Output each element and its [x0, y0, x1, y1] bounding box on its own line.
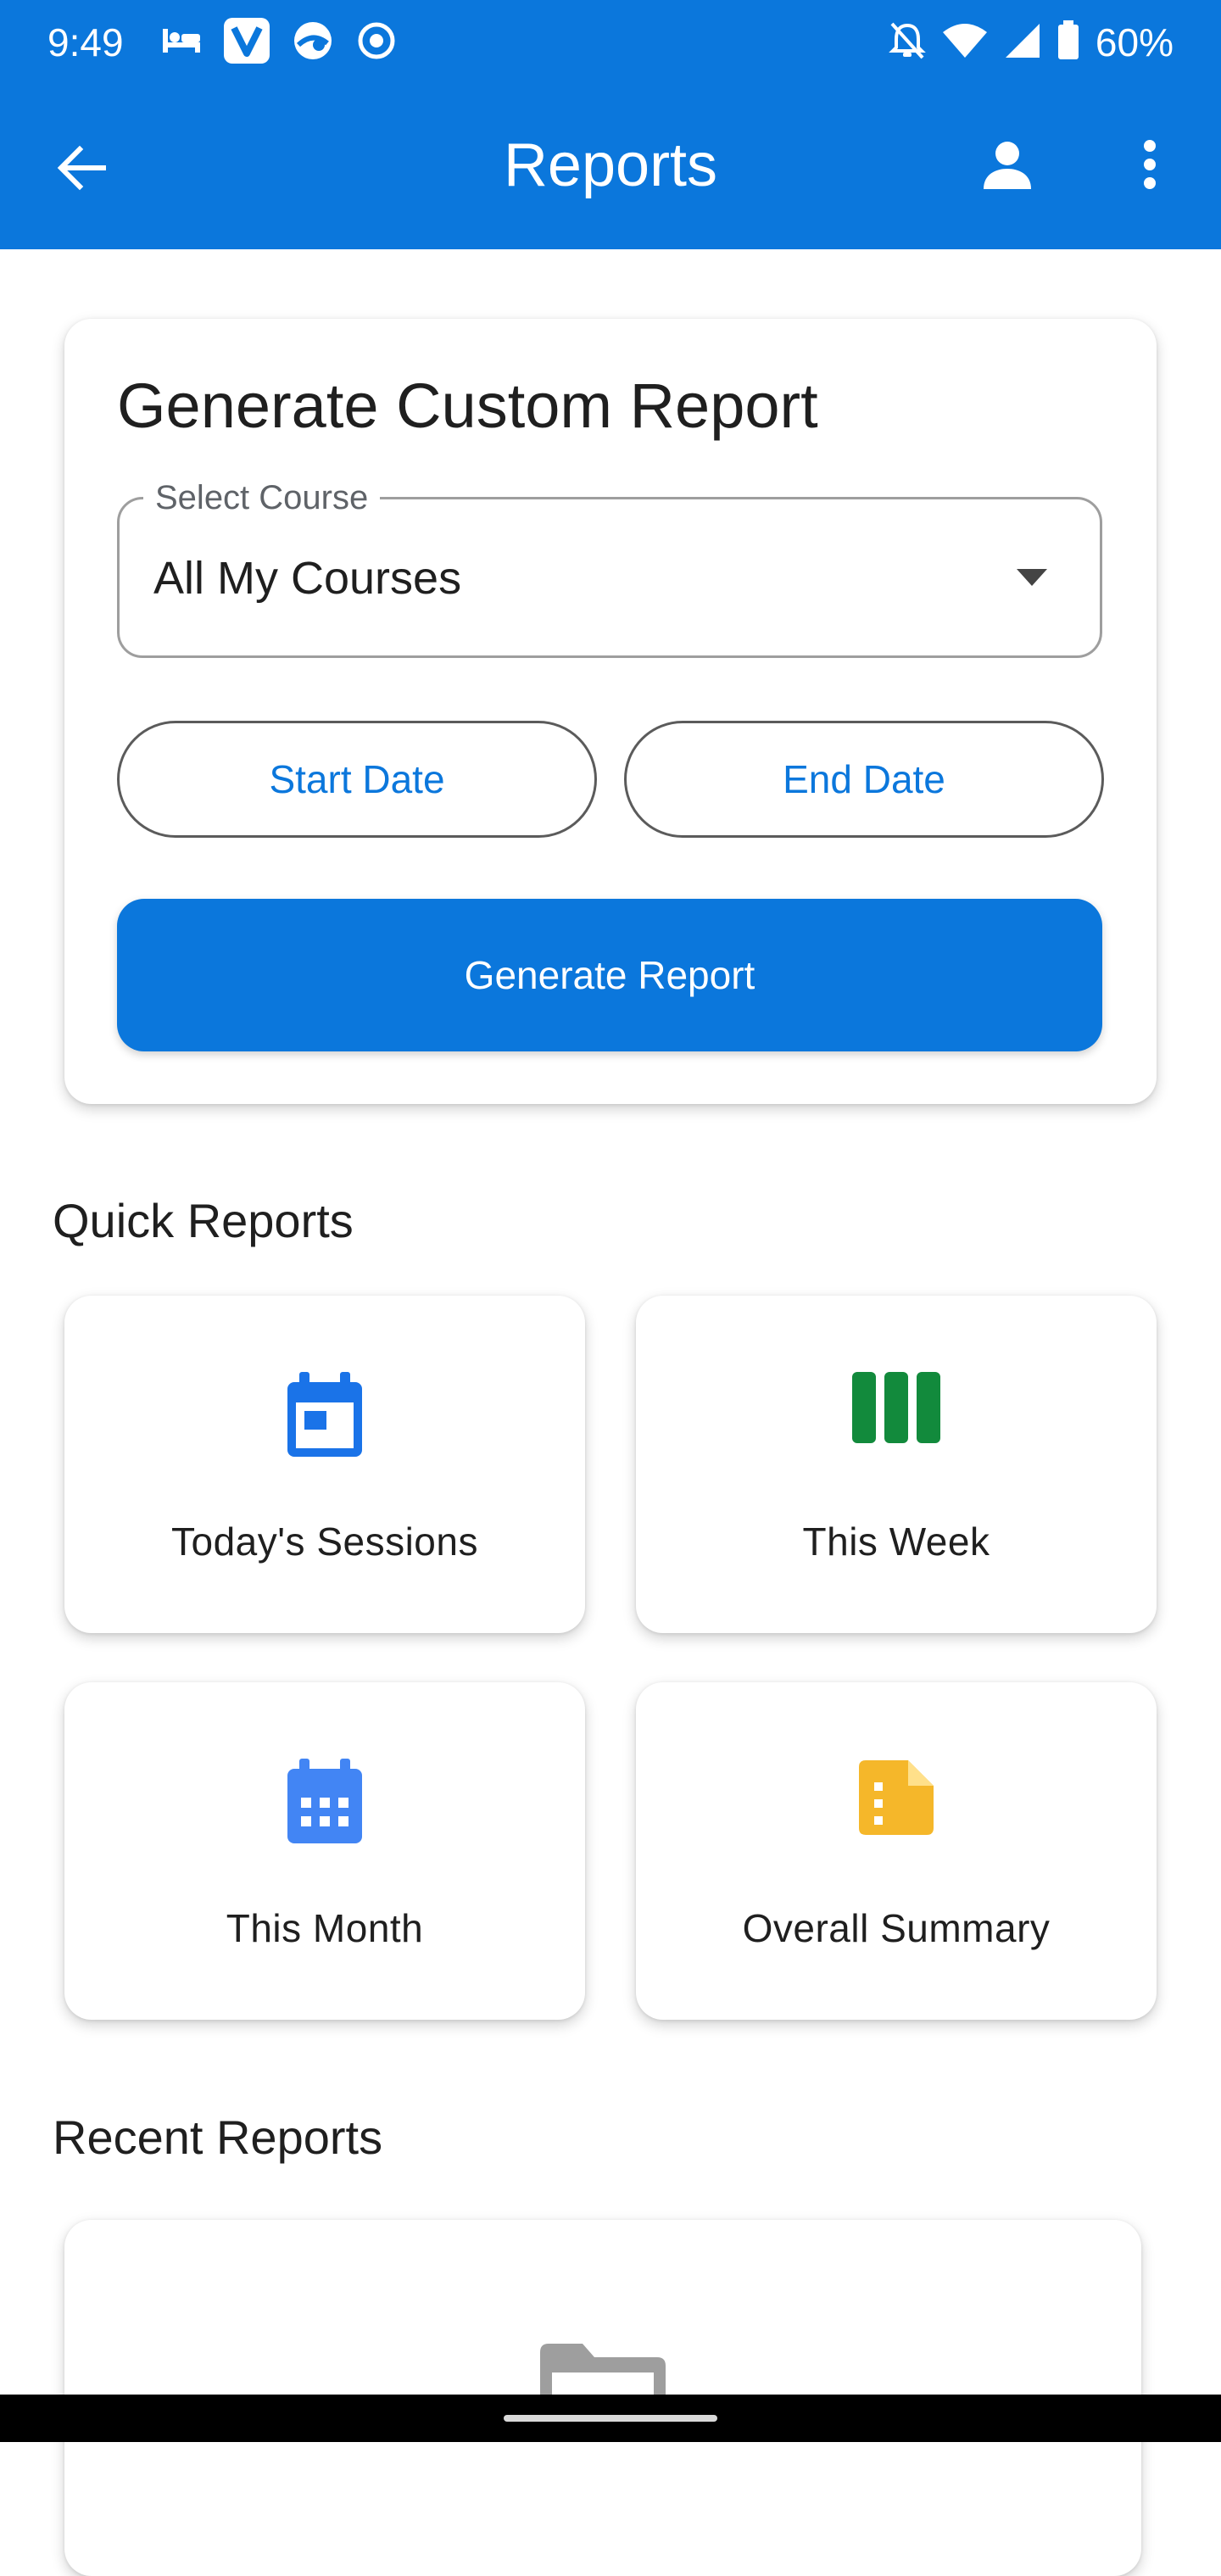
- quick-reports-title: Quick Reports: [53, 1194, 354, 1247]
- top-app-bar: 9:49 60% Reports: [0, 0, 1221, 249]
- status-left-icons: [161, 17, 397, 68]
- start-date-button[interactable]: Start Date: [117, 721, 597, 838]
- status-time: 9:49: [47, 20, 124, 64]
- quick-report-overall-summary[interactable]: Overall Summary: [636, 1682, 1157, 2020]
- browser-icon: [292, 20, 334, 66]
- more-vert-icon: [1141, 139, 1158, 194]
- home-gesture-handle[interactable]: [504, 2415, 717, 2422]
- quick-report-this-month[interactable]: This Month: [64, 1682, 585, 2020]
- bell-off-icon: [889, 20, 926, 65]
- signal-icon: [1004, 22, 1041, 64]
- generate-report-button[interactable]: Generate Report: [117, 899, 1102, 1051]
- profile-button[interactable]: [973, 132, 1041, 200]
- battery-icon: [1057, 20, 1080, 65]
- more-options-button[interactable]: [1116, 132, 1184, 200]
- wifi-icon: [941, 22, 989, 64]
- course-select-label: Select Course: [143, 471, 381, 525]
- week-columns-icon: [852, 1372, 940, 1447]
- calendar-today-icon: [284, 1372, 365, 1464]
- quick-report-label: Today's Sessions: [171, 1519, 478, 1564]
- calendar-month-icon: [284, 1759, 365, 1851]
- course-select-value: All My Courses: [153, 553, 462, 604]
- bed-icon: [161, 24, 202, 62]
- system-nav-bar: [0, 2395, 1221, 2442]
- quick-report-this-week[interactable]: This Week: [636, 1296, 1157, 1633]
- v-app-icon: [224, 17, 270, 68]
- status-right: 60%: [889, 19, 1174, 66]
- quick-report-label: This Week: [802, 1519, 990, 1564]
- summary-document-icon: [857, 1759, 935, 1841]
- person-icon: [981, 138, 1034, 195]
- quick-report-label: This Month: [226, 1906, 424, 1950]
- battery-text: 60%: [1095, 20, 1174, 64]
- recent-reports-title: Recent Reports: [53, 2110, 383, 2164]
- quick-report-label: Overall Summary: [742, 1906, 1051, 1950]
- custom-report-title: Generate Custom Report: [117, 371, 818, 441]
- quick-report-todays-sessions[interactable]: Today's Sessions: [64, 1296, 585, 1633]
- record-icon: [356, 20, 397, 65]
- custom-report-card: Generate Custom Report Select Course All…: [64, 319, 1157, 1104]
- end-date-button[interactable]: End Date: [624, 721, 1104, 838]
- course-select[interactable]: Select Course All My Courses: [117, 471, 1102, 658]
- dropdown-arrow-icon: [1017, 569, 1047, 586]
